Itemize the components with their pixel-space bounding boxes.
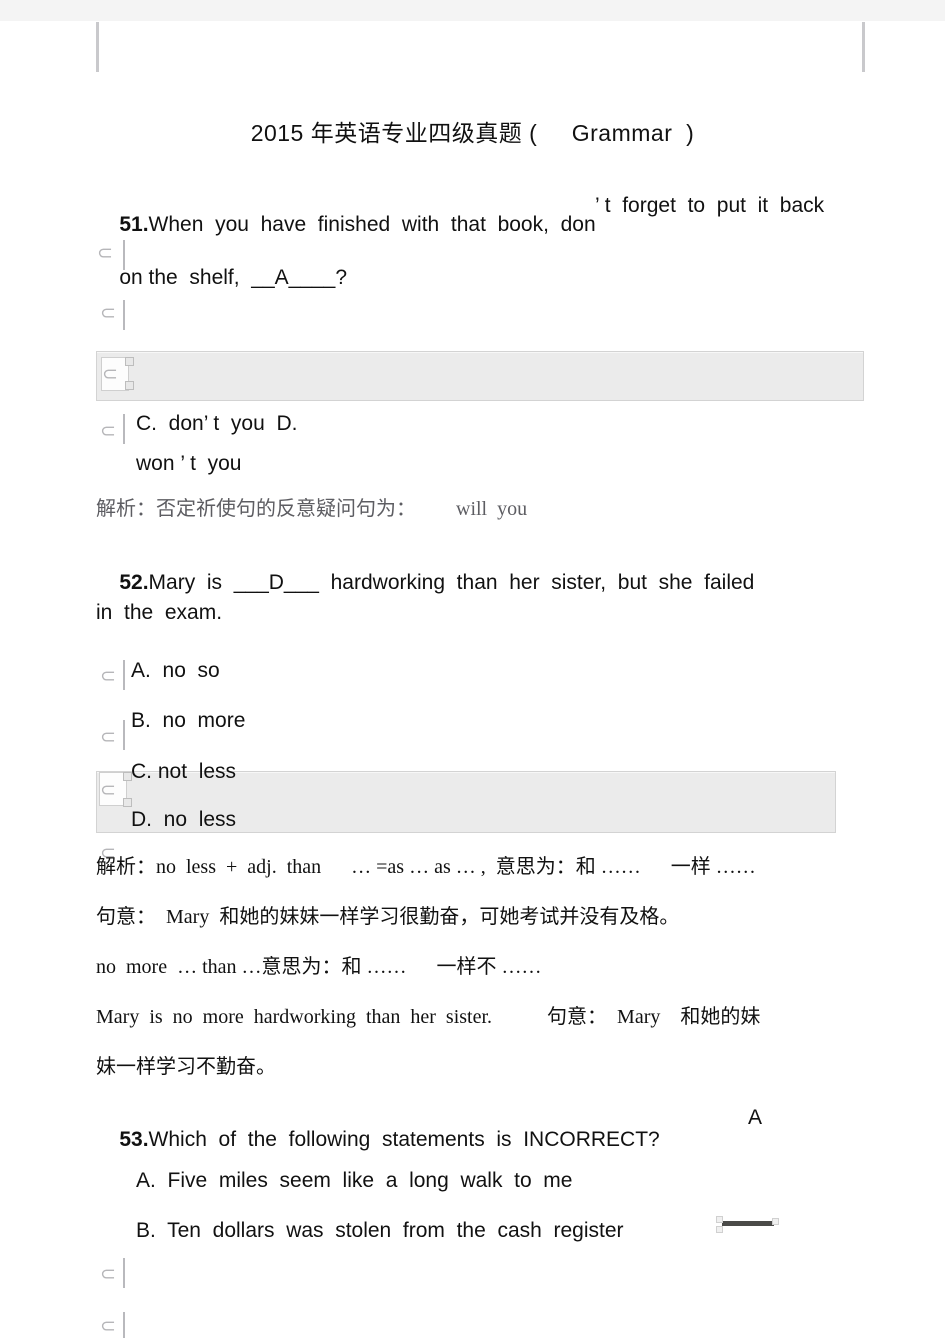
horizontal-dash-shape[interactable] [722,1221,774,1226]
question-51-option-b-radio[interactable] [102,366,117,382]
selection-nub-bottom [125,381,134,390]
question-52-option-a-bar [123,660,125,690]
question-53-option-b-label: B. Ten dollars was stolen from the cash … [136,1219,624,1242]
question-52-number: 52. [119,571,149,595]
dash-handle-left-bottom [716,1226,723,1233]
page-title: 2015 年英语专业四级真题 ( Grammar ) [250,120,695,146]
selection-nub-bottom-2 [123,798,132,807]
question-52-option-d-label: D. no less [131,808,237,831]
question-53-option-d-bar [123,1312,125,1338]
question-51-line2: on the shelf, __A____? [96,243,347,312]
question-52-analysis-line-3: no more … than …意思为：和 …… 一样不 …… [96,956,542,978]
dash-handle-right [772,1218,779,1225]
question-52-analysis-line-1: 解析：no less + adj. than … =as … as … , 意思… [96,856,756,878]
text-caret-bar [123,240,125,270]
question-52-option-c-label: C. not less [131,760,237,783]
question-51-text: When you have finished with that book, d… [148,213,596,237]
dash-handle-left-top [716,1216,723,1223]
question-53-number: 53. [119,1128,149,1152]
question-52-option-b-radio[interactable] [100,729,115,745]
question-52-option-a-label: A. no so [131,659,220,682]
question-51-option-d-label: won ’ t you [136,452,242,475]
question-52-analysis-line-4: Mary is no more hardworking than her sis… [96,1006,761,1028]
question-52-analysis-line-2: 句意： Mary 和她的妹妹一样学习很勤奋，可她考试并没有及格。 [96,906,680,928]
crop-mark-right [862,22,865,72]
question-51-analysis: 解析：否定祈使句的反意疑问句为： will you [96,498,528,520]
question-52-option-b-bar [123,720,125,750]
question-52-text: Mary is ___D___ hardworking than her sis… [148,571,755,595]
question-51-option-a-bar [123,300,125,330]
question-51-line2-rest: the shelf, __A____? [142,266,348,290]
question-51-option-a-radio[interactable] [100,305,115,321]
question-53-option-a-label: A. Five miles seem like a long walk to m… [136,1169,573,1192]
question-52-option-a-radio[interactable] [100,668,115,684]
question-51-highlight-bar[interactable] [96,351,864,401]
question-52-option-cd-radio[interactable] [100,782,115,798]
page-top-band [0,0,945,21]
question-52-option-b-label: B. no more [131,709,246,732]
question-51-option-c-label: C. don’ t you D. [136,412,298,435]
selection-nub-top [125,357,134,366]
question-53-line1: 53.Which of the following statements is … [96,1105,660,1174]
question-53-option-c-radio[interactable] [100,1266,115,1282]
document-page: 2015 年英语专业四级真题 ( Grammar ) 51.When you h… [0,0,945,1338]
question-53-option-d-radio[interactable] [100,1318,115,1334]
radio-ghost-icon [97,245,112,261]
question-51-option-c-bar [123,414,125,444]
question-53-text: Which of the following statements is INC… [148,1128,660,1152]
question-53-answer: A [748,1106,763,1129]
question-51-option-c-radio[interactable] [100,423,115,439]
crop-mark-left [96,22,99,72]
question-53-option-c-bar [123,1258,125,1288]
question-52-line2: in the exam. [96,601,223,624]
question-51-number: 51. [119,213,149,237]
question-52-analysis-line-5: 妹一样学习不勤奋。 [96,1056,276,1078]
question-51-line1-right: ’ t forget to put it back [595,194,825,217]
